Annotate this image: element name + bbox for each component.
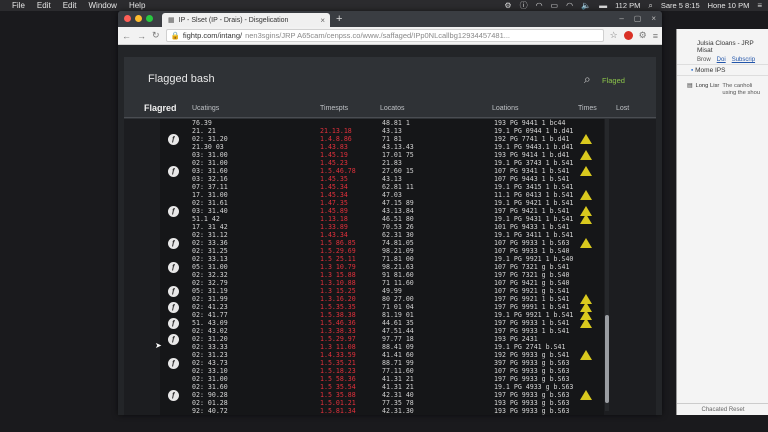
row-location: 193 PG 9933 g b.S63 (494, 407, 570, 415)
star-icon[interactable]: ☆ (610, 30, 618, 41)
url-path: nen3sgins/JRP A65cam/cenpss.co/www./saff… (245, 31, 510, 40)
extension-icon[interactable] (623, 31, 633, 40)
side-window: Julsia Cloans - JRP Misat Brow Doi Subsc… (676, 29, 768, 415)
os-menubar: File Edit Edit Window Help ⚙ ⓘ ◠ ▭ ◠ 🔈 ▬… (0, 0, 768, 11)
page-title: Flagged bash (148, 73, 215, 85)
side-item-desc-line1: The canholi (722, 83, 753, 89)
wifi-icon[interactable]: ◠ (536, 1, 543, 10)
menu-window[interactable]: Window (88, 1, 116, 10)
close-tab-icon[interactable]: × (320, 16, 325, 25)
menu-icon[interactable]: ≡ (653, 31, 658, 41)
side-item-label: Long Lisr (695, 83, 720, 89)
page-content: Flagged bash ⌕ Flaged Flagred Ucatings T… (118, 45, 662, 415)
side-home-label: Mome IPS (695, 67, 726, 74)
table-row[interactable]: 92: 40.72 1.5.81.34 42.31.30 193 PG 9933 g … (124, 407, 656, 415)
side-browse[interactable]: Brow (697, 57, 711, 63)
browser-toolbar: ← → ↻ 🔒 fightp.com/intang/ nen3sgins/JRP… (118, 27, 662, 45)
tab-bar: ▦ IP - Slset (IP - Drais) - Disgelicatio… (118, 11, 662, 27)
side-footer: Chacated Reset (677, 403, 768, 415)
col-lost[interactable]: Lost (616, 105, 629, 112)
clock-left: 112 PM (615, 1, 641, 10)
gear-icon[interactable]: ⚙ (504, 1, 511, 10)
row-timestamp: 1.5.81.34 (320, 407, 356, 415)
search-icon[interactable]: ⌕ (648, 1, 652, 11)
lock-icon: 🔒 (170, 31, 180, 40)
search-icon[interactable]: ⌕ (584, 72, 591, 87)
window-buttons: – ▢ × (619, 14, 656, 23)
zoom-window-button[interactable] (146, 15, 153, 22)
tab-title: IP - Slset (IP - Drais) - Disgelication (178, 16, 289, 24)
col-flagred[interactable]: Flagred (144, 103, 177, 113)
side-item-desc-line2: using the shou (722, 90, 761, 96)
col-times[interactable]: Times (578, 105, 597, 112)
browser-tab[interactable]: ▦ IP - Slset (IP - Drais) - Disgelicatio… (162, 13, 330, 27)
scrollbar-thumb[interactable] (605, 315, 609, 403)
settings-icon[interactable]: ⚙ (639, 30, 647, 41)
close-icon[interactable]: × (651, 14, 656, 23)
document-icon: ▤ (687, 83, 693, 89)
row-locato: 42.31.30 (382, 407, 414, 415)
menu-edit[interactable]: Edit (37, 1, 51, 10)
mouse-cursor-icon: ➤ (155, 341, 162, 350)
clock-right: Hone 10 PM (707, 1, 750, 10)
menu-list-icon[interactable]: ≡ (757, 1, 762, 10)
menu-edit-2[interactable]: Edit (63, 1, 77, 10)
forward-icon[interactable]: → (137, 31, 146, 41)
browser-window: ▦ IP - Slset (IP - Drais) - Disgelicatio… (118, 11, 662, 415)
flagged-filter-link[interactable]: Flaged (602, 76, 625, 85)
side-toolbar: Brow Doi Subscrip (677, 54, 768, 63)
menu-items: File Edit Edit Window Help (0, 1, 145, 10)
side-item-desc: The canholi using the shou (722, 83, 760, 97)
restore-icon[interactable]: ▢ (634, 14, 642, 23)
table-body: 76.39 48.81 1 193 PG 9441 1 bc44 21. 21 21.1… (124, 119, 656, 415)
flagged-panel: Flagged bash ⌕ Flaged Flagred Ucatings T… (124, 57, 656, 415)
menu-help[interactable]: Help (129, 1, 145, 10)
side-home-row[interactable]: ▪ Mome IPS (677, 64, 768, 76)
side-subscribe-link[interactable]: Subscrip (732, 57, 755, 63)
battery-icon[interactable]: ▬ (599, 1, 607, 10)
wifi-2-icon[interactable]: ◠ (566, 1, 573, 10)
col-timestamps[interactable]: Timespts (320, 105, 348, 112)
side-do-link[interactable]: Doi (717, 57, 726, 63)
address-bar[interactable]: 🔒 fightp.com/intang/ nen3sgins/JRP A65ca… (165, 29, 604, 42)
col-locations[interactable]: Loations (492, 105, 518, 112)
window-controls (124, 15, 153, 22)
table-header: Flagred Ucatings Timespts Locatos Loatio… (124, 100, 656, 118)
side-window-title: Julsia Cloans - JRP Misat (697, 40, 754, 54)
url-host: fightp.com/intang/ (182, 31, 243, 40)
back-icon[interactable]: ← (122, 31, 131, 41)
folder-icon: ▪ (691, 67, 694, 74)
menu-file[interactable]: File (12, 1, 25, 10)
menubar-status: ⚙ ⓘ ◠ ▭ ◠ 🔈 ▬ 112 PM ⌕ Sare 5 8:15 Hone … (504, 0, 762, 11)
toolbar-actions: ☆ ⚙ ≡ (610, 30, 658, 41)
minimize-window-button[interactable] (135, 15, 142, 22)
row-time: 92: 40.72 (192, 407, 228, 415)
scrollbar[interactable] (605, 119, 609, 411)
info-icon[interactable]: ⓘ (520, 0, 528, 11)
reload-icon[interactable]: ↻ (152, 30, 160, 41)
minimize-icon[interactable]: – (619, 14, 623, 23)
col-ucatings[interactable]: Ucatings (192, 105, 219, 112)
date-display: Sare 5 8:15 (660, 1, 700, 10)
display-icon[interactable]: ▭ (551, 1, 559, 10)
volume-icon[interactable]: 🔈 (581, 1, 591, 10)
favicon-icon: ▦ (168, 17, 175, 24)
col-locatos[interactable]: Locatos (380, 105, 405, 112)
close-window-button[interactable] (124, 15, 131, 22)
new-tab-button[interactable]: + (336, 13, 342, 25)
side-list-item[interactable]: ▤ Long Lisr The canholi using the shou (687, 83, 760, 97)
